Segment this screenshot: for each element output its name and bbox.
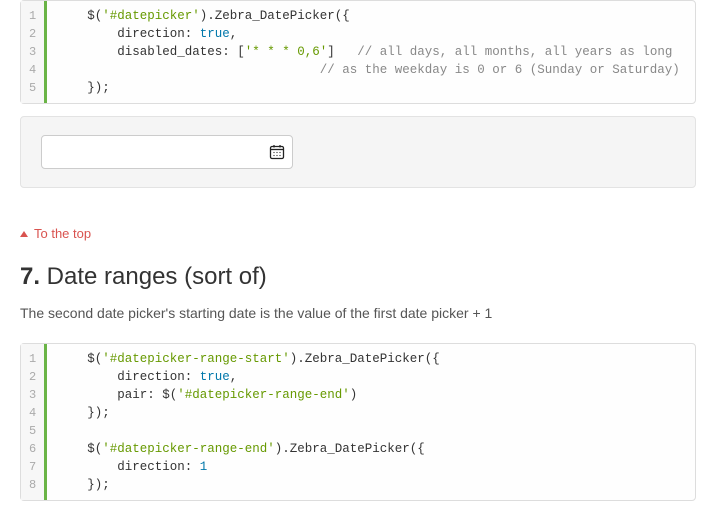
datepicker-input[interactable]: [41, 135, 293, 169]
code-block-2: 1 2 3 4 5 6 7 8 $('#datepicker-range-sta…: [20, 343, 696, 501]
line-number: 3: [25, 386, 40, 404]
code-content: $('#datepicker-range-start').Zebra_DateP…: [47, 344, 695, 500]
code-text: });: [57, 81, 110, 95]
code-text: direction:: [57, 27, 200, 41]
to-top-label: To the top: [34, 226, 91, 241]
line-number: 6: [25, 440, 40, 458]
code-text: $(: [57, 9, 102, 23]
datepicker-wrapper: [41, 135, 293, 169]
section-title: Date ranges (sort of): [40, 263, 267, 290]
code-string: '#datepicker': [102, 9, 200, 23]
code-text: disabled_dates: [: [57, 45, 245, 59]
code-number: 1: [200, 460, 208, 474]
line-number: 2: [25, 368, 40, 386]
line-number: 7: [25, 458, 40, 476]
code-bool: true: [200, 370, 230, 384]
code-text: ).Zebra_DatePicker({: [290, 352, 440, 366]
line-numbers: 1 2 3 4 5 6 7 8: [21, 344, 47, 500]
code-text: pair: $(: [57, 388, 177, 402]
code-text: });: [57, 478, 110, 492]
line-number: 3: [25, 43, 40, 61]
line-number: 4: [25, 61, 40, 79]
section-description: The second date picker's starting date i…: [20, 305, 696, 321]
code-comment: // all days, all months, all years as lo…: [357, 45, 672, 59]
line-number: 2: [25, 25, 40, 43]
code-text: ,: [230, 370, 238, 384]
code-text: ).Zebra_DatePicker({: [200, 9, 350, 23]
demo-container: [20, 116, 696, 188]
section-number: 7.: [20, 263, 40, 290]
code-text: [57, 424, 65, 438]
code-text: direction:: [57, 370, 200, 384]
code-bool: true: [200, 27, 230, 41]
page-content: 1 2 3 4 5 $('#datepicker').Zebra_DatePic…: [0, 0, 716, 523]
line-numbers: 1 2 3 4 5: [21, 1, 47, 103]
code-string: '* * * 0,6': [245, 45, 328, 59]
code-string: '#datepicker-range-end': [102, 442, 275, 456]
line-number: 4: [25, 404, 40, 422]
line-number: 5: [25, 422, 40, 440]
code-text: [57, 63, 320, 77]
code-content: $('#datepicker').Zebra_DatePicker({ dire…: [47, 1, 695, 103]
line-number: 1: [25, 350, 40, 368]
code-block-1: 1 2 3 4 5 $('#datepicker').Zebra_DatePic…: [20, 0, 696, 104]
code-text: ).Zebra_DatePicker({: [275, 442, 425, 456]
line-number: 5: [25, 79, 40, 97]
code-text: $(: [57, 442, 102, 456]
code-text: ): [350, 388, 358, 402]
code-string: '#datepicker-range-end': [177, 388, 350, 402]
code-text: ]: [327, 45, 357, 59]
line-number: 1: [25, 7, 40, 25]
section-heading: 7. Date ranges (sort of): [20, 263, 696, 291]
triangle-up-icon: [20, 231, 28, 237]
line-number: 8: [25, 476, 40, 494]
code-text: });: [57, 406, 110, 420]
code-text: $(: [57, 352, 102, 366]
code-text: ,: [230, 27, 238, 41]
code-text: direction:: [57, 460, 200, 474]
to-top-link[interactable]: To the top: [20, 226, 91, 241]
code-comment: // as the weekday is 0 or 6 (Sunday or S…: [320, 63, 680, 77]
code-string: '#datepicker-range-start': [102, 352, 290, 366]
